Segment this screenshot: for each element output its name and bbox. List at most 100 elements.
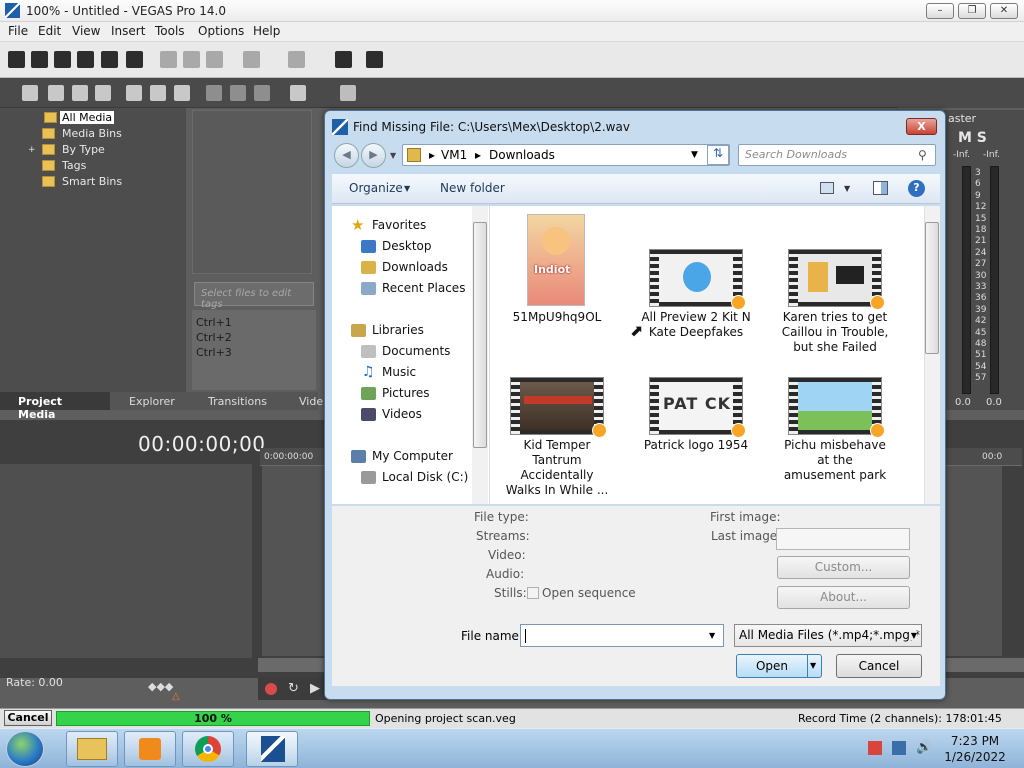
nav-documents[interactable]: Documents xyxy=(382,344,450,358)
tray-volume-icon[interactable]: 🔊 xyxy=(916,740,932,755)
nav-local-disk[interactable]: Local Disk (C:) xyxy=(382,470,468,484)
menu-options[interactable]: Options xyxy=(198,24,244,38)
file-name-5[interactable]: Patrick logo 1954 xyxy=(641,438,751,453)
cancel-loading-button[interactable]: Cancel xyxy=(4,710,52,726)
video-thumbnail-icon[interactable]: PAT CK xyxy=(649,377,746,438)
open-sequence-checkbox[interactable] xyxy=(527,587,539,599)
view-dropdown-icon[interactable]: ▼ xyxy=(844,184,850,193)
tab-explorer[interactable]: Explorer xyxy=(129,395,175,408)
search-input[interactable]: Search Downloads xyxy=(738,144,936,166)
tree-smart-bins[interactable]: Smart Bins xyxy=(62,175,122,188)
taskbar-chrome-icon[interactable] xyxy=(182,731,234,767)
refresh-icon[interactable]: ⇅ xyxy=(707,145,729,165)
breadcrumb-vm1[interactable]: VM1 xyxy=(441,148,467,162)
expand-icon[interactable]: + xyxy=(28,145,36,155)
back-button[interactable]: ◀ xyxy=(334,143,359,168)
remove-icon[interactable] xyxy=(126,85,142,101)
cut-icon[interactable] xyxy=(160,51,177,68)
tree-tags[interactable]: Tags xyxy=(62,159,86,172)
dialog-close-button[interactable]: X xyxy=(906,118,937,135)
new-icon[interactable] xyxy=(8,51,25,68)
breadcrumb-separator[interactable]: ▸ xyxy=(475,148,481,162)
menu-edit[interactable]: Edit xyxy=(38,24,61,38)
taskbar-explorer-icon[interactable] xyxy=(66,731,118,767)
file-type-filter[interactable]: All Media Files (*.mp4;*.mpg;*.j ▼ xyxy=(734,624,922,647)
record-icon[interactable] xyxy=(265,683,277,695)
nav-pictures[interactable]: Pictures xyxy=(382,386,430,400)
tray-flag-icon[interactable] xyxy=(892,741,906,755)
organize-button[interactable]: Organize xyxy=(349,181,403,195)
file-name-input[interactable]: ▼ xyxy=(520,624,724,647)
save-icon[interactable] xyxy=(54,51,71,68)
cancel-button[interactable]: Cancel xyxy=(836,654,922,678)
about-button[interactable]: About... xyxy=(777,586,910,609)
open-split-dropdown-icon[interactable]: ▼ xyxy=(810,661,816,670)
file-name-1[interactable]: 51MpU9hq9OL xyxy=(502,310,612,325)
breadcrumb-downloads[interactable]: Downloads xyxy=(489,148,555,162)
redo-icon[interactable] xyxy=(288,51,305,68)
tab-video[interactable]: Vide xyxy=(299,395,323,408)
menu-tools[interactable]: Tools xyxy=(155,24,185,38)
views-icon[interactable] xyxy=(290,85,306,101)
image-thumbnail-icon[interactable]: Indiot xyxy=(527,214,585,306)
minimize-button[interactable]: – xyxy=(926,3,954,19)
open-button[interactable]: Open ▼ xyxy=(736,654,822,678)
menu-insert[interactable]: Insert xyxy=(111,24,145,38)
clock[interactable]: 7:23 PM 1/26/2022 xyxy=(944,733,1006,765)
rate-slider[interactable]: ◆◆◆ xyxy=(148,680,173,693)
nav-recent-places[interactable]: Recent Places xyxy=(382,281,465,295)
nav-videos[interactable]: Videos xyxy=(382,407,422,421)
move-icon[interactable] xyxy=(174,85,190,101)
video-thumbnail-icon[interactable] xyxy=(649,249,746,310)
menu-help[interactable]: Help xyxy=(253,24,280,38)
tab-transitions[interactable]: Transitions xyxy=(208,395,267,408)
undo-icon[interactable] xyxy=(243,51,260,68)
save-as-icon[interactable] xyxy=(77,51,94,68)
file-name-dropdown-icon[interactable]: ▼ xyxy=(709,631,715,640)
web-icon[interactable] xyxy=(95,85,111,101)
shortcut-item[interactable]: Ctrl+3 xyxy=(196,346,232,359)
nav-scrollbar-thumb[interactable] xyxy=(473,222,487,448)
whats-this-icon[interactable] xyxy=(335,51,352,68)
view-options-icon[interactable] xyxy=(820,182,834,194)
nav-downloads[interactable]: Downloads xyxy=(382,260,448,274)
video-thumbnail-icon[interactable] xyxy=(510,377,607,438)
forward-button[interactable]: ▶ xyxy=(361,143,386,168)
last-image-field[interactable] xyxy=(776,528,910,550)
tab-project-media[interactable]: Project Media xyxy=(0,392,110,421)
stop-icon[interactable] xyxy=(230,85,246,101)
menu-view[interactable]: View xyxy=(72,24,100,38)
mute-solo-label[interactable]: M S xyxy=(958,130,987,146)
fx-icon[interactable] xyxy=(150,85,166,101)
loop-icon[interactable]: ↻ xyxy=(288,681,299,696)
tree-all-media[interactable]: All Media xyxy=(60,111,115,124)
preview-pane-icon[interactable] xyxy=(873,181,888,195)
copy-icon[interactable] xyxy=(183,51,200,68)
tree-media-bins[interactable]: Media Bins xyxy=(62,127,122,140)
file-name-4[interactable]: Kid Temper Tantrum Accidentally Walks In… xyxy=(502,438,612,498)
file-name-2[interactable]: All Preview 2 Kit N Kate Deepfakes xyxy=(641,310,751,340)
search-media-icon[interactable] xyxy=(340,85,356,101)
file-list-scrollbar-thumb[interactable] xyxy=(925,222,939,354)
file-name-6[interactable]: Pichu misbehave at the amusement park xyxy=(780,438,890,483)
capture-icon[interactable] xyxy=(48,85,64,101)
play-from-start-icon[interactable]: ▶ xyxy=(310,681,320,696)
restore-button[interactable]: ❐ xyxy=(958,3,986,19)
tree-by-type[interactable]: By Type xyxy=(62,143,105,156)
paste-icon[interactable] xyxy=(206,51,223,68)
start-button-icon[interactable] xyxy=(6,731,44,767)
address-dropdown-icon[interactable]: ▼ xyxy=(691,150,698,160)
video-thumbnail-icon[interactable] xyxy=(788,249,885,310)
open-icon[interactable] xyxy=(31,51,48,68)
organize-dropdown-icon[interactable]: ▼ xyxy=(404,184,410,193)
play-icon[interactable] xyxy=(206,85,222,101)
nav-my-computer[interactable]: My Computer xyxy=(372,449,453,463)
taskbar-vegas-icon[interactable] xyxy=(246,731,298,767)
properties-icon[interactable] xyxy=(126,51,143,68)
history-dropdown-icon[interactable]: ▼ xyxy=(390,151,396,160)
taskbar-media-player-icon[interactable] xyxy=(124,731,176,767)
nav-music[interactable]: Music xyxy=(382,365,416,379)
nav-favorites-header[interactable]: Favorites xyxy=(372,218,426,232)
shortcut-item[interactable]: Ctrl+2 xyxy=(196,331,232,344)
help-icon[interactable]: ? xyxy=(908,180,925,197)
